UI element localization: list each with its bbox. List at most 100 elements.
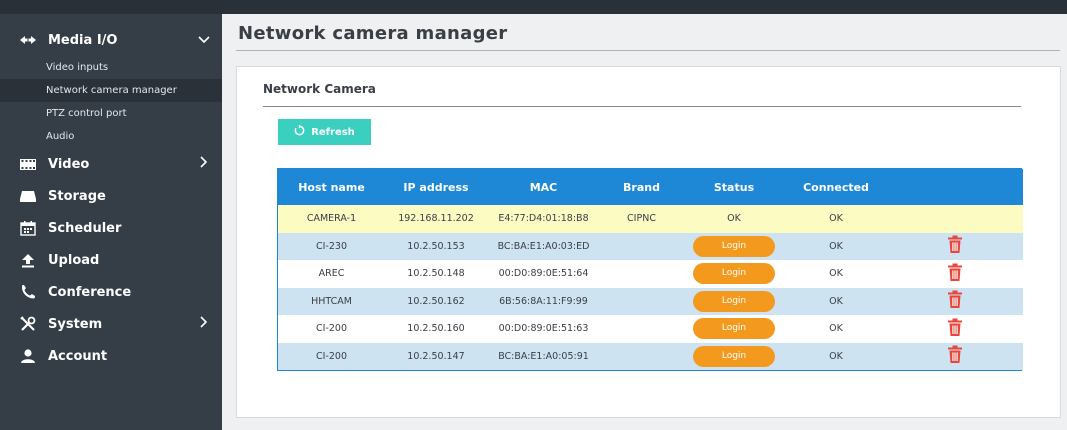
cell-actions xyxy=(887,232,1023,260)
cell-ip-address: 10.2.50.148 xyxy=(385,260,487,288)
nav-media-io-label: Media I/O xyxy=(48,32,118,48)
page-title: Network camera manager xyxy=(238,23,508,44)
network-camera-card: Network Camera Refresh Host name IP addr… xyxy=(236,66,1061,418)
phone-icon xyxy=(18,284,38,300)
cell-brand xyxy=(600,315,683,343)
nav-video-label: Video xyxy=(48,156,90,172)
cell-status: OK xyxy=(683,205,785,233)
cell-status: Login xyxy=(683,260,785,288)
cell-connected: OK xyxy=(785,260,887,288)
nav-system[interactable]: System xyxy=(0,308,222,340)
calendar-icon xyxy=(18,220,38,236)
chevron-down-icon xyxy=(196,33,212,48)
nav-video[interactable]: Video xyxy=(0,148,222,180)
nav-upload[interactable]: Upload xyxy=(0,244,222,276)
cell-actions xyxy=(887,287,1023,315)
table-row: CI-200 10.2.50.160 00:D0:89:0E:51:63 Login O… xyxy=(278,315,1023,343)
table-row: AREC 10.2.50.148 00:D0:89:0E:51:64 Login OK xyxy=(278,260,1023,288)
col-brand[interactable]: Brand xyxy=(600,169,683,205)
trash-icon[interactable] xyxy=(947,235,963,257)
col-host-name[interactable]: Host name xyxy=(278,169,385,205)
nav-account[interactable]: Account xyxy=(0,340,222,372)
cell-ip-address: 192.168.11.202 xyxy=(385,205,487,233)
chevron-right-icon xyxy=(196,316,212,332)
table-row: CI-200 10.2.50.147 BC:BA:E1:A0:05:91 Login O… xyxy=(278,342,1023,370)
cell-status: Login xyxy=(683,232,785,260)
cell-brand: CIPNC xyxy=(600,205,683,233)
cell-ip-address: 10.2.50.160 xyxy=(385,315,487,343)
table-row: CI-230 10.2.50.153 BC:BA:E1:A0:03:ED Login O… xyxy=(278,232,1023,260)
col-connected[interactable]: Connected xyxy=(785,169,887,205)
chevron-right-icon xyxy=(196,156,212,172)
cell-ip-address: 10.2.50.147 xyxy=(385,342,487,370)
table-body: CAMERA-1 192.168.11.202 E4:77:D4:01:18:B8 C… xyxy=(278,205,1023,370)
media-io-submenu: Video inputs Network camera manager PTZ co… xyxy=(0,56,222,148)
trash-icon[interactable] xyxy=(947,263,963,285)
nav-conference-label: Conference xyxy=(48,284,132,300)
sidebar-subitem-network-camera-manager[interactable]: Network camera manager xyxy=(0,79,222,102)
col-status[interactable]: Status xyxy=(683,169,785,205)
cell-status: Login xyxy=(683,315,785,343)
login-button[interactable]: Login xyxy=(693,263,775,285)
cell-actions xyxy=(887,315,1023,343)
nav-media-io[interactable]: Media I/O xyxy=(0,24,222,56)
table-row: HHTCAM 10.2.50.162 6B:56:8A:11:F9:99 Login O… xyxy=(278,287,1023,315)
col-mac[interactable]: MAC xyxy=(487,169,600,205)
nav-upload-label: Upload xyxy=(48,252,100,268)
cell-brand xyxy=(600,260,683,288)
plug-arrows-icon xyxy=(18,32,38,48)
sidebar-subitem-audio[interactable]: Audio xyxy=(0,125,222,148)
sidebar-subitem-ptz-control-port[interactable]: PTZ control port xyxy=(0,102,222,125)
storage-icon xyxy=(18,188,38,204)
cell-status: Login xyxy=(683,342,785,370)
cell-ip-address: 10.2.50.162 xyxy=(385,287,487,315)
cell-actions xyxy=(887,205,1023,233)
cell-actions xyxy=(887,260,1023,288)
cell-ip-address: 10.2.50.153 xyxy=(385,232,487,260)
film-icon xyxy=(18,156,38,172)
nav-system-label: System xyxy=(48,316,103,332)
trash-icon[interactable] xyxy=(947,345,963,367)
cell-connected: OK xyxy=(785,287,887,315)
refresh-label: Refresh xyxy=(311,126,355,138)
login-button[interactable]: Login xyxy=(693,235,775,257)
cell-host-name: HHTCAM xyxy=(278,287,385,315)
cell-brand xyxy=(600,342,683,370)
trash-icon[interactable] xyxy=(947,318,963,340)
cell-status: Login xyxy=(683,287,785,315)
cell-brand xyxy=(600,232,683,260)
top-bar xyxy=(0,0,1067,14)
card-title: Network Camera xyxy=(263,82,376,96)
sidebar-subitem-video-inputs[interactable]: Video inputs xyxy=(0,56,222,79)
upload-icon xyxy=(18,252,38,268)
nav-list: Video Storage Scheduler Upload Conference Sys… xyxy=(0,148,222,372)
cell-host-name: CI-230 xyxy=(278,232,385,260)
tools-icon xyxy=(18,316,38,332)
cell-mac: E4:77:D4:01:18:B8 xyxy=(487,205,600,233)
col-ip-address[interactable]: IP address xyxy=(385,169,487,205)
nav-scheduler[interactable]: Scheduler xyxy=(0,212,222,244)
refresh-icon xyxy=(294,125,305,139)
login-button[interactable]: Login xyxy=(693,290,775,312)
cell-brand xyxy=(600,287,683,315)
refresh-button[interactable]: Refresh xyxy=(278,119,371,145)
trash-icon[interactable] xyxy=(947,290,963,312)
cell-mac: BC:BA:E1:A0:05:91 xyxy=(487,342,600,370)
table-header-row: Host name IP address MAC Brand Status Co… xyxy=(278,169,1023,205)
cell-host-name: CI-200 xyxy=(278,315,385,343)
main-content: Network camera manager Network Camera Re… xyxy=(222,14,1067,430)
nav-storage[interactable]: Storage xyxy=(0,180,222,212)
camera-table: Host name IP address MAC Brand Status Co… xyxy=(277,168,1023,371)
login-button[interactable]: Login xyxy=(693,345,775,367)
cell-connected: OK xyxy=(785,205,887,233)
nav-scheduler-label: Scheduler xyxy=(48,220,122,236)
cell-host-name: CI-200 xyxy=(278,342,385,370)
cell-connected: OK xyxy=(785,315,887,343)
cell-connected: OK xyxy=(785,232,887,260)
cell-host-name: CAMERA-1 xyxy=(278,205,385,233)
cell-mac: 00:D0:89:0E:51:64 xyxy=(487,260,600,288)
cell-mac: 6B:56:8A:11:F9:99 xyxy=(487,287,600,315)
login-button[interactable]: Login xyxy=(693,318,775,340)
nav-conference[interactable]: Conference xyxy=(0,276,222,308)
nav-storage-label: Storage xyxy=(48,188,106,204)
